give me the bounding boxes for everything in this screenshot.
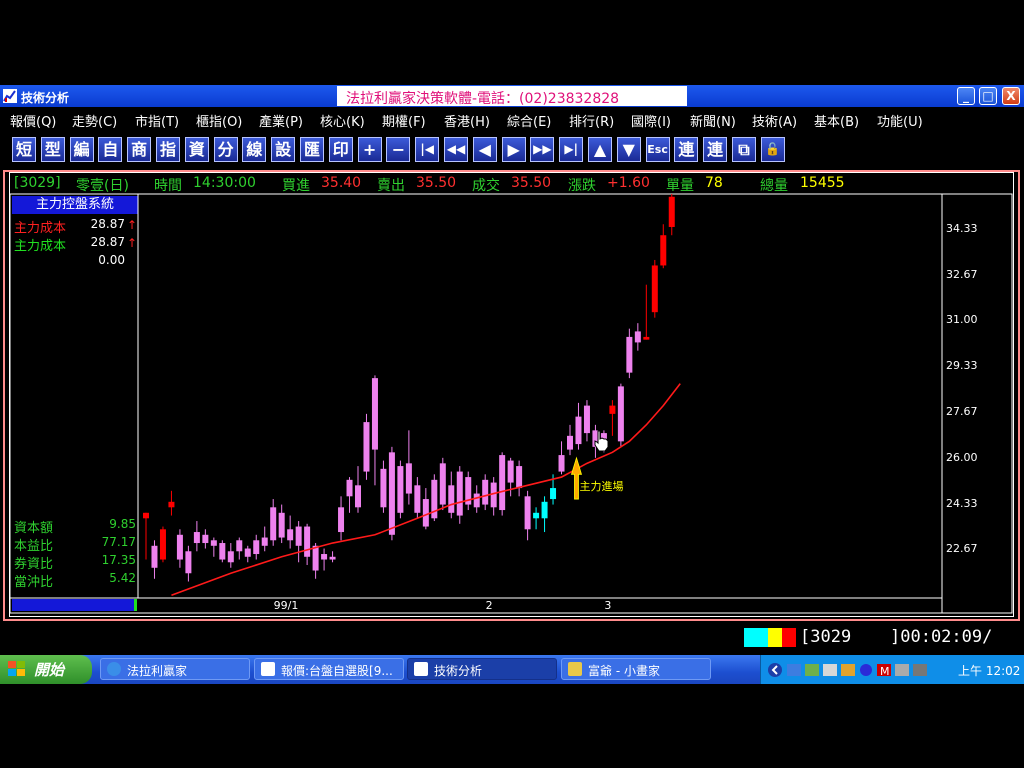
taskbar-task-1[interactable]: 報價:台盤自選股[9... [254, 658, 404, 680]
taskbar-task-label: 法拉利贏家 [127, 664, 188, 678]
candle-body [482, 479, 489, 505]
candle-body [448, 485, 455, 513]
candle-body [143, 512, 149, 519]
status-clock: ]00:02:09/ [890, 627, 993, 647]
y-tick-label: 34.33 [946, 221, 978, 235]
candle-body [507, 460, 514, 483]
candle-body [473, 493, 480, 508]
candle-body [575, 416, 582, 445]
candle-body [151, 545, 158, 568]
candle-body [185, 551, 192, 574]
candle-body [422, 499, 429, 527]
status-color-block [768, 628, 782, 647]
candle-body [524, 496, 531, 530]
y-tick-label: 27.67 [946, 404, 978, 418]
candle-body [541, 501, 548, 519]
candle-body [634, 331, 641, 343]
candle-body [516, 466, 523, 489]
status-bar [0, 624, 1024, 654]
globe-icon [107, 662, 121, 676]
y-tick-label: 22.67 [946, 542, 978, 556]
candle-body [253, 540, 260, 555]
candle-body [405, 463, 412, 494]
y-tick-label: 29.33 [946, 359, 978, 373]
candle-body [388, 452, 395, 535]
candle-body [567, 435, 573, 450]
candle-body [346, 479, 353, 497]
candle-body [371, 378, 378, 450]
taskbar-task-label: 富爺 - 小畫家 [588, 664, 660, 678]
candle-body [660, 235, 667, 266]
candle-body [304, 526, 311, 557]
hand-cursor-icon [594, 430, 609, 452]
candle-body [210, 540, 217, 546]
x-tick-label: 99/1 [273, 599, 299, 612]
candle-body [219, 543, 226, 560]
status-code[interactable]: [3029 [800, 627, 851, 647]
windows-logo-icon [8, 661, 25, 676]
y-tick-label: 32.67 [946, 267, 978, 281]
candle-body [668, 196, 675, 227]
candle-body [533, 512, 540, 519]
candle-body [609, 405, 616, 414]
svg-text:M: M [880, 665, 890, 678]
candle-body [397, 466, 404, 513]
start-label: 開始 [34, 661, 65, 679]
x-tick-label: 3 [604, 599, 612, 612]
tray-clock[interactable]: 上午 12:02 [958, 662, 1020, 679]
taskbar-task-0[interactable]: 法拉利贏家 [100, 658, 250, 680]
status-color-block [744, 628, 768, 647]
candle-body [329, 556, 336, 560]
paint-icon [568, 662, 582, 676]
candle-body [295, 526, 302, 546]
candle-body [338, 507, 345, 533]
candle-body [168, 501, 175, 508]
candle-body [490, 482, 497, 508]
chart-icon [261, 662, 275, 676]
candle-body [159, 529, 166, 560]
x-tick-label: 2 [485, 599, 493, 612]
taskbar-task-3[interactable]: 富爺 - 小畫家 [561, 658, 711, 680]
candle-body [193, 532, 200, 544]
candle-body [414, 485, 421, 513]
status-color-block [782, 628, 796, 647]
y-tick-label: 31.00 [946, 313, 978, 327]
candle-body [499, 455, 506, 511]
tray-icons: M [768, 663, 927, 678]
candle-body [287, 529, 294, 541]
start-button[interactable]: 開始 [0, 655, 92, 684]
candle-body [312, 545, 319, 571]
taskbar-task-2[interactable]: 技術分析 [407, 658, 557, 680]
candle-body [617, 386, 624, 442]
candle-body [176, 534, 183, 560]
candle-body [261, 537, 268, 546]
chart-icon [414, 662, 428, 676]
candle-body [244, 548, 251, 557]
entry-annotation: 主力進場 [579, 480, 624, 494]
candle-body [643, 336, 650, 340]
candle-body [558, 455, 565, 472]
candle-body [651, 265, 658, 313]
candle-body [550, 488, 557, 500]
candle-body [380, 468, 387, 508]
candle-body [583, 405, 590, 434]
candle-body [236, 540, 243, 552]
candle-body [321, 554, 328, 560]
candle-body [355, 485, 361, 508]
taskbar-task-label: 技術分析 [434, 664, 483, 678]
candle-body [626, 336, 633, 373]
taskbar-task-label: 報價:台盤自選股[9... [281, 664, 393, 678]
candle-body [278, 512, 285, 538]
candle-body [439, 463, 446, 505]
candle-body [227, 551, 234, 563]
candle-body [456, 471, 463, 516]
candle-body [270, 507, 277, 541]
candle-body [363, 422, 370, 472]
y-tick-label: 26.00 [946, 450, 978, 464]
candle-body [202, 534, 209, 544]
y-tick-label: 24.33 [946, 496, 978, 510]
